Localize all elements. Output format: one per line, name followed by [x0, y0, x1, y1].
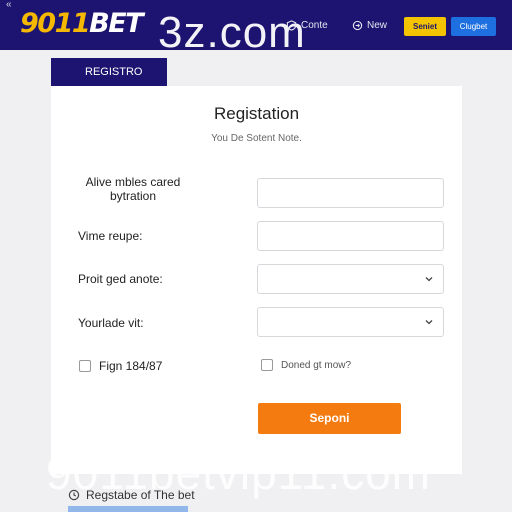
terms-checkbox-row[interactable]: Fign 184/87 — [79, 359, 162, 373]
form-subtitle: You De Sotent Note. — [211, 133, 302, 144]
nav-link-new[interactable]: New — [352, 20, 387, 31]
field-label: Vime reupe: — [78, 229, 143, 243]
nav-link-conte[interactable]: Conte — [286, 20, 328, 31]
footer-link[interactable]: Regstabe of The bet — [68, 488, 195, 502]
signin-button[interactable]: Seniet — [404, 17, 446, 36]
registration-form-card: Registation You De Sotent Note. Alive mb… — [51, 86, 462, 474]
logo-digits: 9011 — [20, 8, 91, 39]
site-logo[interactable]: 9011BET — [20, 8, 144, 39]
field-label: Proit ged anote: — [78, 272, 163, 286]
back-chevron-icon[interactable]: « — [6, 0, 12, 10]
form-title: Registation — [213, 104, 300, 123]
logo-word: BET — [89, 8, 143, 39]
terms-checkbox[interactable] — [79, 360, 91, 372]
top-navigation-bar: « 9011BET 3z.com Conte New Seniet Clugbe… — [0, 0, 512, 57]
footer-text: Regstabe of The bet — [86, 488, 195, 502]
field-label: Alive mbles cared bytration — [85, 175, 181, 203]
submit-button[interactable]: Seponi — [258, 403, 401, 434]
tab-registro[interactable]: REGISTRO — [51, 58, 167, 86]
chevron-down-icon — [425, 277, 433, 282]
watermark-text-top: 3z.com — [158, 8, 306, 57]
checkbox-label: Doned gt mow? — [281, 359, 352, 371]
nav-link-label: New — [367, 20, 388, 31]
footer-underline — [68, 506, 188, 512]
chevron-down-icon — [425, 320, 433, 325]
field-label: Yourlade vit: — [78, 316, 144, 330]
circle-arrow-icon — [352, 20, 363, 31]
remember-checkbox-row[interactable]: Doned gt mow? — [261, 359, 351, 371]
select-dropdown-2[interactable] — [257, 307, 444, 337]
select-dropdown-1[interactable] — [257, 264, 444, 294]
shield-icon — [286, 20, 297, 31]
text-input-1[interactable] — [257, 178, 444, 208]
nav-link-label: Conte — [301, 20, 328, 31]
checkbox-label: Fign 184/87 — [99, 359, 163, 373]
clock-icon — [68, 489, 80, 501]
text-input-2[interactable] — [257, 221, 444, 251]
register-button[interactable]: Clugbet — [451, 17, 496, 36]
remember-checkbox[interactable] — [261, 359, 273, 371]
